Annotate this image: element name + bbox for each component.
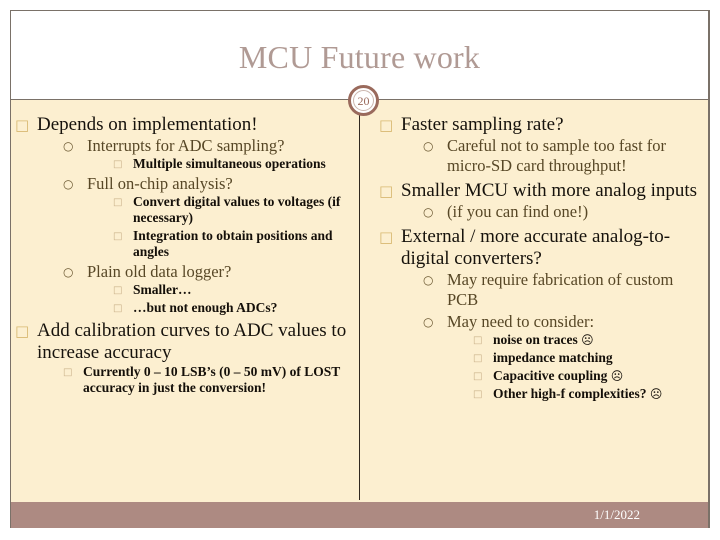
square-bullet-icon: □: [15, 116, 30, 134]
right-bullet-list: □ Faster sampling rate? ○ Careful not to sa…: [379, 114, 704, 402]
bullet-item-level-3: □ …but not enough ADCs?: [113, 300, 355, 316]
bullet-item-level-2: ○ Interrupts for ADC sampling? □ Multiple s…: [63, 136, 355, 172]
square-bullet-icon: □: [473, 371, 483, 382]
bullet-text: Interrupts for ADC sampling?: [87, 136, 285, 155]
bullet-item-level-3: □ Multiple simultaneous operations: [113, 156, 355, 172]
square-bullet-icon: □: [113, 159, 123, 170]
bullet-item-level-2: ○ (if you can find one!): [423, 202, 704, 222]
circle-bullet-icon: ○: [423, 205, 434, 219]
bullet-text: Add calibration curves to ADC values to …: [37, 320, 347, 363]
bullet-text: Smaller…: [133, 282, 192, 297]
bullet-text: impedance matching: [493, 350, 613, 365]
square-bullet-icon: □: [113, 197, 123, 208]
sad-face-icon: ☹: [649, 387, 663, 401]
bullet-item-level-2: ○ Plain old data logger? □ Smaller… □ …but no…: [63, 262, 355, 316]
slide-canvas: MCU Future work 20 □ Depends on implement…: [0, 0, 720, 540]
left-content-column: □ Depends on implementation! ○ Interrupts f…: [15, 114, 355, 400]
square-bullet-icon: □: [473, 353, 483, 364]
bullet-item-level-2: ○ May require fabrication of custom PCB: [423, 270, 704, 310]
bullet-item-level-1: □ Smaller MCU with more analog inputs ○ (if…: [379, 180, 704, 222]
square-bullet-icon: □: [15, 322, 30, 340]
bullet-item-level-3: □ Smaller…: [113, 282, 355, 298]
bullet-text: Convert digital values to voltages (if n…: [133, 194, 341, 225]
page-number-badge: 20: [348, 85, 379, 116]
square-bullet-icon: □: [113, 231, 123, 242]
bullet-item-level-1: □ Depends on implementation! ○ Interrupts f…: [15, 114, 355, 316]
bullet-text: May require fabrication of custom PCB: [447, 270, 674, 309]
bullet-text: Currently 0 – 10 LSB’s (0 – 50 mV) of LO…: [83, 364, 341, 395]
bullet-item-level-2: ○ Careful not to sample too fast for micr…: [423, 136, 704, 176]
bullet-item-level-3: □ Capacitive coupling ☹: [473, 368, 704, 384]
circle-bullet-icon: ○: [63, 177, 74, 191]
bullet-item-level-3: □ impedance matching: [473, 350, 704, 366]
bullet-item-level-2: ○ Full on-chip analysis? □ Convert digital …: [63, 174, 355, 260]
bullet-item-level-3: □ Convert digital values to voltages (if …: [113, 194, 355, 226]
bullet-item-level-3: □ Other high-f complexities? ☹: [473, 386, 704, 402]
bullet-text: Full on-chip analysis?: [87, 174, 233, 193]
bullet-item-level-2: ○ May need to consider: □ noise on traces ☹…: [423, 312, 704, 402]
square-bullet-icon: □: [473, 335, 483, 346]
bullet-item-level-3: □ Currently 0 – 10 LSB’s (0 – 50 mV) of L…: [63, 364, 355, 396]
bullet-text: Depends on implementation!: [37, 114, 258, 135]
bullet-text: Plain old data logger?: [87, 262, 232, 281]
sad-face-icon: ☹: [610, 369, 624, 383]
bullet-item-level-1: □ Add calibration curves to ADC values to…: [15, 320, 355, 396]
bullet-item-level-1: □ External / more accurate analog-to-digi…: [379, 226, 704, 402]
bullet-text: Smaller MCU with more analog inputs: [401, 180, 698, 201]
square-bullet-icon: □: [113, 303, 123, 314]
footer-date-label: 1/1/2022: [593, 507, 640, 522]
bullet-text: Careful not to sample too fast for micro…: [447, 136, 667, 175]
bullet-text: Capacitive coupling ☹: [493, 368, 624, 383]
square-bullet-icon: □: [379, 228, 394, 246]
bullet-item-level-1: □ Faster sampling rate? ○ Careful not to sa…: [379, 114, 704, 176]
bullet-text: (if you can find one!): [447, 202, 589, 221]
bullet-text: Faster sampling rate?: [401, 114, 564, 135]
page-number-label: 20: [357, 93, 370, 108]
square-bullet-icon: □: [63, 367, 73, 378]
bullet-text: Multiple simultaneous operations: [133, 156, 326, 171]
sad-face-icon: ☹: [581, 333, 594, 347]
circle-bullet-icon: ○: [423, 273, 434, 287]
bullet-text: noise on traces ☹: [493, 332, 594, 347]
bullet-text: Other high-f complexities? ☹: [493, 386, 663, 401]
bullet-text: Integration to obtain positions and angl…: [133, 228, 333, 259]
slide-body: □ Depends on implementation! ○ Interrupts f…: [11, 100, 708, 502]
circle-bullet-icon: ○: [63, 139, 74, 153]
square-bullet-icon: □: [379, 116, 394, 134]
circle-bullet-icon: ○: [63, 265, 74, 279]
left-bullet-list: □ Depends on implementation! ○ Interrupts f…: [15, 114, 355, 396]
bullet-text: …but not enough ADCs?: [133, 300, 278, 315]
right-content-column: □ Faster sampling rate? ○ Careful not to sa…: [379, 114, 704, 406]
circle-bullet-icon: ○: [423, 139, 434, 153]
bullet-text: May need to consider:: [447, 312, 595, 331]
page-title: MCU Future work: [238, 39, 481, 75]
footer-bar: 1/1/2022: [11, 502, 708, 528]
circle-bullet-icon: ○: [423, 315, 434, 329]
column-divider-line: [359, 102, 360, 500]
bullet-item-level-3: □ Integration to obtain positions and ang…: [113, 228, 355, 260]
bullet-text: External / more accurate analog-to-digit…: [401, 226, 671, 269]
square-bullet-icon: □: [473, 389, 483, 400]
square-bullet-icon: □: [113, 285, 123, 296]
page-number-badge-ring: 20: [353, 90, 374, 111]
bullet-item-level-3: □ noise on traces ☹: [473, 332, 704, 348]
square-bullet-icon: □: [379, 182, 394, 200]
